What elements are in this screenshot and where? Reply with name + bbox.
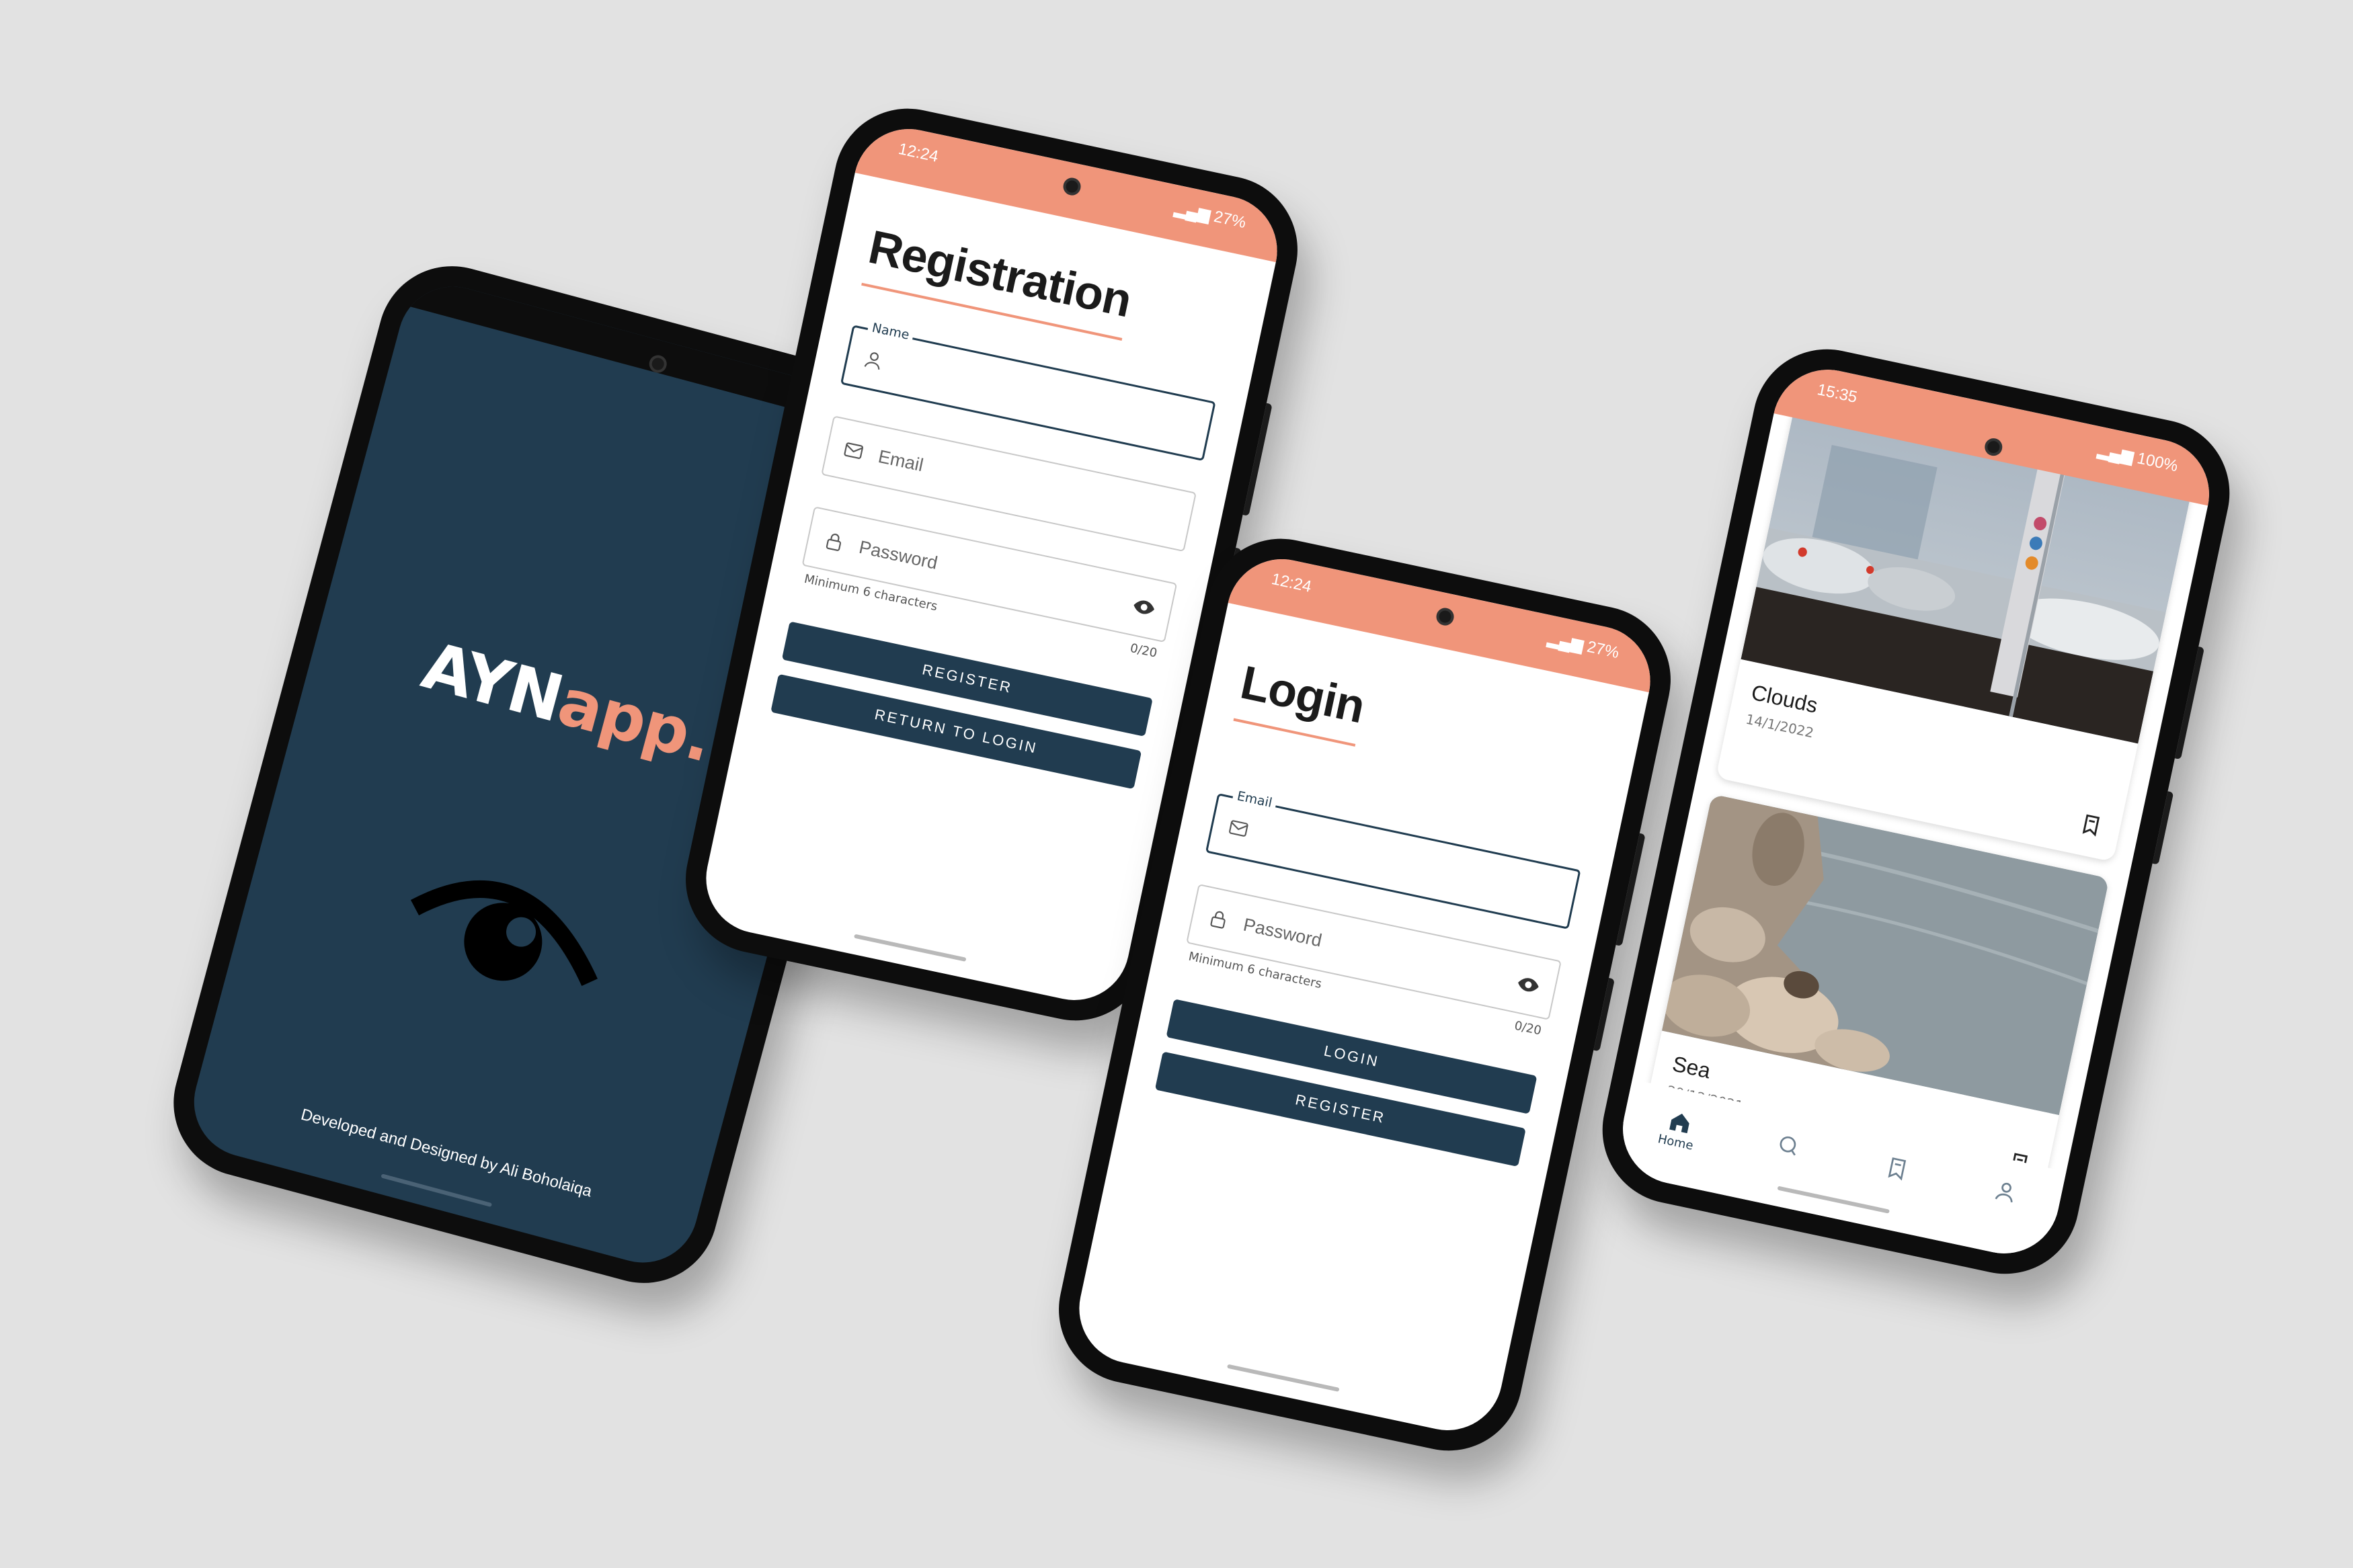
home-indicator[interactable] [381, 1173, 493, 1208]
show-password-icon[interactable] [1515, 971, 1542, 998]
battery-level: 27% [1585, 637, 1621, 663]
status-time: 15:35 [1815, 380, 1859, 407]
nav-home[interactable]: Home [1644, 1104, 1712, 1155]
feed-screen: 15:35 ▂▄▆100% Clouds 14/1/2022 Sea Home [1612, 359, 2220, 1264]
mail-icon [844, 442, 863, 459]
lock-icon [1210, 911, 1226, 929]
signal-icon: ▂▄▆ [1546, 629, 1585, 655]
page-title: Login [1233, 655, 1369, 747]
password-counter: 0/20 [1129, 641, 1159, 661]
nav-profile[interactable] [1973, 1173, 2038, 1210]
name-input[interactable] [899, 366, 1193, 428]
page-title: Registration [861, 219, 1136, 341]
battery-level: 27% [1212, 207, 1248, 233]
home-indicator[interactable] [1227, 1364, 1340, 1392]
battery-level: 100% [2135, 449, 2180, 476]
logo-accent: app. [550, 663, 720, 777]
credit-text: Developed and Designed by Ali Boholaiqa [298, 1105, 594, 1201]
home-indicator[interactable] [854, 934, 967, 962]
status-icons: ▂▄▆27% [1168, 198, 1248, 233]
login-form: Login Email Password Minimum 6 character… [1126, 603, 1649, 1173]
home-icon [1669, 1113, 1689, 1134]
nav-bookmarks[interactable] [1865, 1151, 1929, 1187]
status-icons: ▂▄▆100% [2092, 440, 2180, 477]
nav-search[interactable] [1756, 1127, 1821, 1163]
mail-icon [1229, 820, 1248, 837]
signal-icon: ▂▄▆ [1172, 199, 1212, 224]
email-label: Email [1232, 788, 1278, 812]
bookmark-icon[interactable] [2077, 811, 2104, 838]
user-icon [864, 352, 880, 370]
feed-phone: 15:35 ▂▄▆100% Clouds 14/1/2022 Sea Home [1589, 335, 2243, 1288]
lock-icon [826, 534, 842, 551]
feed: 15:35 ▂▄▆100% Clouds 14/1/2022 Sea Home [1612, 359, 2220, 1264]
status-icons: ▂▄▆27% [1542, 628, 1621, 663]
signal-icon: ▂▄▆ [2096, 440, 2136, 466]
status-time: 12:24 [1269, 570, 1314, 596]
email-input[interactable] [1264, 833, 1558, 896]
show-password-icon[interactable] [1131, 593, 1158, 620]
status-time: 12:24 [896, 140, 941, 166]
search-icon [1780, 1136, 1796, 1156]
user-icon [1995, 1182, 2013, 1202]
name-label: Name [867, 319, 915, 344]
email-placeholder: Email [876, 446, 926, 475]
password-counter: 0/20 [1513, 1018, 1543, 1038]
eye-logo-icon [410, 880, 598, 986]
logo-main: AYN [415, 627, 570, 737]
bookmark-icon [1887, 1157, 1906, 1181]
